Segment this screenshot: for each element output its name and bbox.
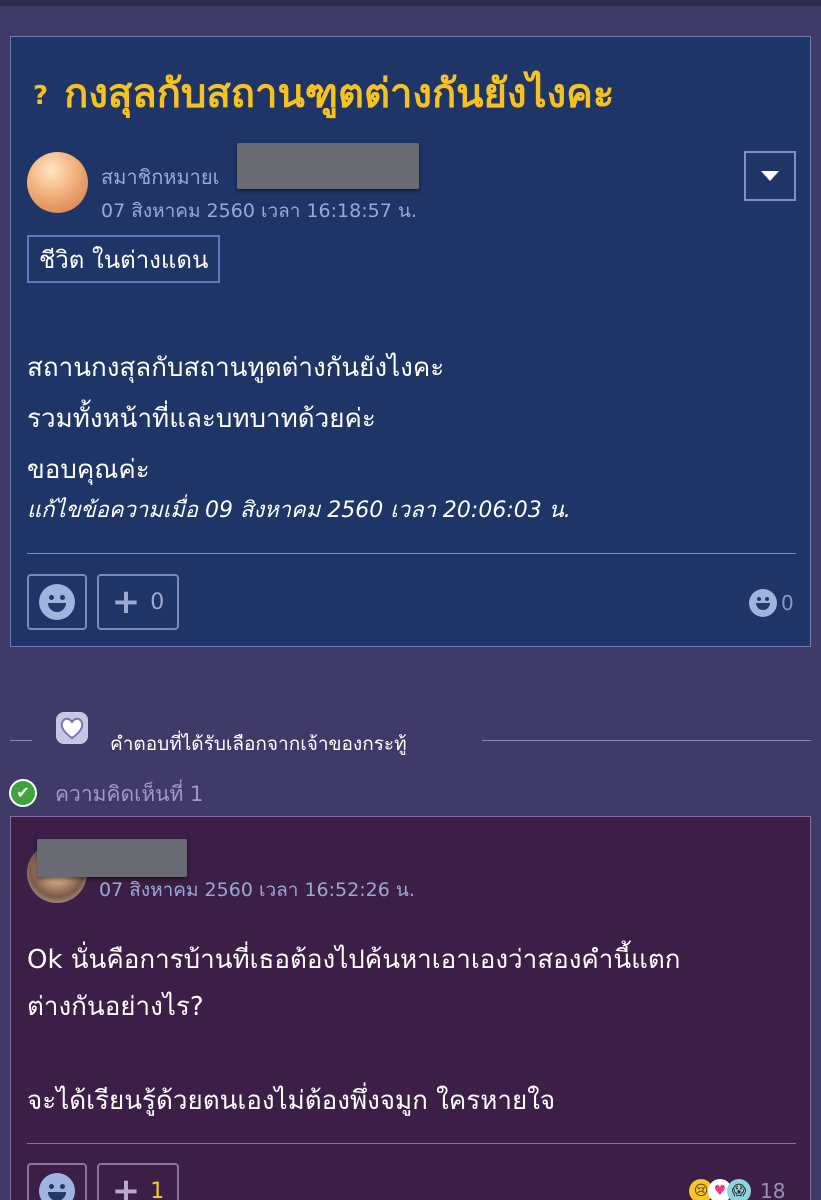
- comment-body: Ok นั่นคือการบ้านที่เธอต้องไปค้นหาเอาเอง…: [27, 937, 681, 1125]
- author-name[interactable]: สมาชิกหมายเ: [101, 161, 219, 193]
- comment-card: 07 สิงหาคม 2560 เวลา 16:52:26 น. Ok นั่น…: [10, 816, 811, 1200]
- top-border: [0, 0, 821, 6]
- vote-plus-button[interactable]: + 0: [97, 574, 179, 630]
- smiley-icon: [39, 584, 75, 620]
- selected-answer-label: คำตอบที่ได้รับเลือกจากเจ้าของกระทู้: [110, 733, 407, 755]
- plus-icon: +: [111, 1171, 141, 1200]
- plus-icon: +: [111, 582, 141, 622]
- check-glyph: ✔: [16, 783, 30, 802]
- options-dropdown-button[interactable]: [744, 151, 796, 201]
- redaction-box: [37, 839, 187, 877]
- topic-body: สถานกงสุลกับสถานทูตต่างกันยังไงคะ รวมทั้…: [27, 343, 444, 496]
- divider: [27, 553, 796, 554]
- comment-body-line: Ok นั่นคือการบ้านที่เธอต้องไปค้นหาเอาเอง…: [27, 945, 681, 975]
- emotion-button[interactable]: [27, 1163, 87, 1200]
- emotion-button[interactable]: [27, 574, 87, 630]
- reaction-count: 18: [760, 1179, 786, 1200]
- edited-note: แก้ไขข้อความเมื่อ 09 สิงหาคม 2560 เวลา 2…: [27, 498, 571, 523]
- emotion-summary[interactable]: 0: [749, 589, 794, 617]
- smiley-icon: [39, 1173, 75, 1200]
- tag-badge[interactable]: ชีวิต ในต่างแดน: [27, 235, 221, 283]
- chevron-down-icon: [761, 171, 779, 181]
- emotion-count: 0: [781, 591, 794, 615]
- topic-body-line: สถานกงสุลกับสถานทูตต่างกันยังไงคะ: [27, 353, 445, 383]
- shocked-face-icon: 😱: [727, 1179, 751, 1200]
- divider: [27, 1143, 796, 1144]
- vote-count: 1: [150, 1178, 165, 1200]
- topic-body-line: รวมทั้งหน้าที่และบทบาทด้วยค่ะ: [27, 404, 376, 434]
- topic-title: ? กงสุลกับสถานฑูตต่างกันยังไงคะ: [33, 63, 614, 123]
- reaction-summary[interactable]: 😢 ♥ 😱 18: [689, 1179, 785, 1200]
- comment-body-line: จะได้เรียนรู้ด้วยตนเองไม่ต้องพึ่งจมูก ใค…: [27, 1086, 556, 1116]
- comment-body-line: [27, 1031, 681, 1078]
- vote-plus-button[interactable]: + 1: [97, 1163, 179, 1200]
- topic-card: ? กงสุลกับสถานฑูตต่างกันยังไงคะ สมาชิกหม…: [10, 36, 811, 647]
- comment-body-line: ต่างกันอย่างไร?: [27, 992, 204, 1022]
- comment-number-label[interactable]: ความคิดเห็นที่ 1: [55, 778, 203, 811]
- comment-date: 07 สิงหาคม 2560 เวลา 16:52:26 น.: [99, 879, 415, 901]
- check-circle-icon: ✔: [9, 779, 37, 807]
- smiley-icon: [749, 589, 777, 617]
- question-icon: ?: [33, 81, 49, 111]
- separator-line: [482, 740, 811, 741]
- post-date: 07 สิงหาคม 2560 เวลา 16:18:57 น.: [101, 200, 417, 222]
- topic-body-line: ขอบคุณค่ะ: [27, 455, 150, 485]
- separator-line: [10, 740, 32, 741]
- redaction-box: [237, 143, 419, 189]
- topic-title-text: กงสุลกับสถานฑูตต่างกันยังไงคะ: [64, 71, 615, 117]
- avatar[interactable]: [27, 152, 88, 213]
- heart-badge-icon: [56, 712, 88, 744]
- vote-count: 0: [150, 589, 165, 615]
